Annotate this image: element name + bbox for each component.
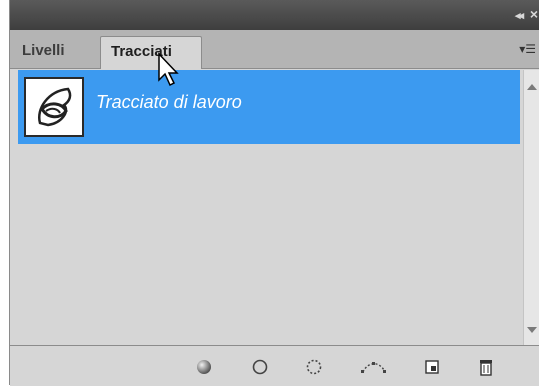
stroke-path-icon[interactable] [250, 357, 270, 377]
collapse-panel-icon[interactable]: ◂◂ [515, 9, 524, 22]
paths-panel: ◂◂ × Livelli Tracciati ▾☰ Tracciato di l… [9, 0, 539, 386]
paths-list: Tracciato di lavoro [14, 70, 526, 345]
mouse-cursor-icon [158, 52, 179, 87]
scroll-down-icon[interactable] [527, 327, 537, 333]
path-name-label: Tracciato di lavoro [96, 92, 242, 112]
paths-bottom-toolbar [10, 345, 539, 386]
panel-menu-icon[interactable]: ▾☰ [519, 42, 536, 56]
delete-path-icon[interactable] [476, 357, 496, 377]
tab-livelli[interactable]: Livelli [12, 36, 92, 68]
scroll-up-icon[interactable] [527, 84, 537, 90]
vertical-scrollbar[interactable] [523, 70, 539, 345]
tab-tracciati[interactable]: Tracciati [100, 36, 202, 69]
fill-path-icon[interactable] [194, 357, 214, 377]
panel-title-bar[interactable]: ◂◂ × [10, 0, 539, 30]
path-row-tracciato-di-lavoro[interactable]: Tracciato di lavoro [18, 70, 520, 144]
close-icon[interactable]: × [530, 6, 538, 22]
tab-bar: Livelli Tracciati ▾☰ [10, 30, 539, 69]
create-new-path-icon[interactable] [422, 357, 442, 377]
make-work-path-from-selection-icon[interactable] [360, 357, 388, 377]
load-path-as-selection-icon[interactable] [304, 357, 324, 377]
path-thumbnail [24, 77, 84, 137]
